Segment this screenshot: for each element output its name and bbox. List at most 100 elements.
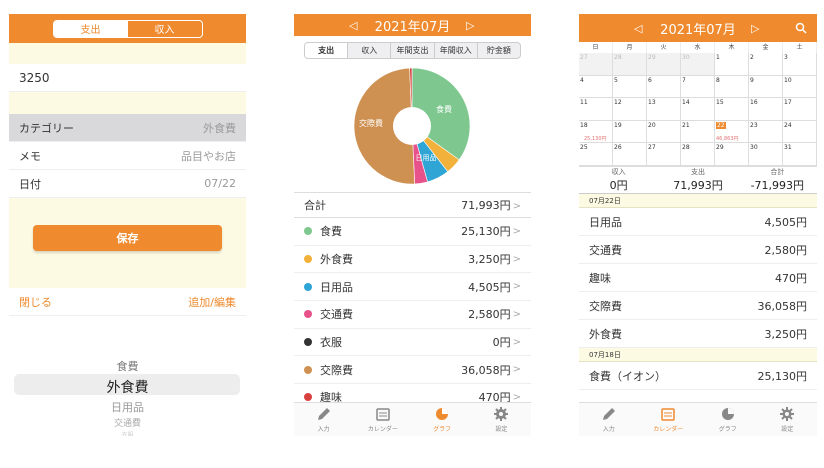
calendar-day[interactable]: 12 <box>613 98 647 121</box>
next-month-icon[interactable]: ▷ <box>466 19 474 32</box>
category-row[interactable]: 衣服 0円 > <box>294 329 531 357</box>
tabbar-calendar[interactable]: カレンダー <box>353 403 412 436</box>
transaction-row[interactable]: 交際費 36,058円 <box>579 292 817 320</box>
tabbar-calendar[interactable]: カレンダー <box>639 403 699 436</box>
day-number: 17 <box>784 99 792 107</box>
day-number: 27 <box>580 54 588 61</box>
pie-label-daily: 日用品 <box>416 154 437 162</box>
calendar-day[interactable]: 26 <box>613 143 647 166</box>
transaction-category: 交際費 <box>589 299 622 313</box>
calendar-day[interactable]: 7 <box>681 75 715 99</box>
day-number: 30 <box>750 144 758 152</box>
tabbar-settings[interactable]: 設定 <box>472 403 531 436</box>
calendar-day[interactable]: 19 <box>613 120 647 144</box>
picker-item[interactable]: 交通費 <box>9 416 246 429</box>
category-row[interactable]: 交際費 36,058円 > <box>294 356 531 385</box>
prev-month-icon[interactable]: ◁ <box>634 22 642 35</box>
calendar-day[interactable]: 15 <box>715 98 749 121</box>
calendar-day[interactable]: 5 <box>613 75 647 99</box>
segment-income[interactable]: 収入 <box>128 21 202 37</box>
category-picker[interactable]: 食費 外食費 日用品 交通費 衣服 <box>9 344 246 436</box>
calendar-day[interactable]: 9 <box>749 75 783 99</box>
tab-annual-income[interactable]: 年間収入 <box>435 43 478 58</box>
transaction-row[interactable]: 食費（イオン） 25,130円 <box>579 362 817 390</box>
tab-annual-expense[interactable]: 年間支出 <box>391 43 435 58</box>
summary-label: 合計 <box>770 168 785 176</box>
calendar-day[interactable]: 29 <box>647 53 681 76</box>
day-number: 23 <box>750 121 758 129</box>
calendar-day[interactable]: 25 <box>579 143 613 166</box>
tab-savings[interactable]: 貯金額 <box>478 43 520 58</box>
transaction-row[interactable]: 外食費 3,250円 <box>579 320 817 348</box>
category-row[interactable]: 食費 25,130円 > <box>294 218 531 246</box>
calendar-day[interactable]: 28 <box>681 143 715 166</box>
tabbar-input[interactable]: 入力 <box>579 403 639 436</box>
calendar-day[interactable]: 23 <box>749 120 783 144</box>
tabbar-input[interactable]: 入力 <box>294 403 353 436</box>
calendar-day[interactable]: 4 <box>579 75 613 99</box>
prev-month-icon[interactable]: ◁ <box>349 19 357 32</box>
category-row[interactable]: 交通費 2,580円 > <box>294 301 531 329</box>
total-row[interactable]: 合計 71,993円 > <box>294 192 531 218</box>
day-number: 19 <box>614 121 622 129</box>
picker-item[interactable]: 衣服 <box>9 430 246 436</box>
calendar-day[interactable]: 31 <box>783 143 817 166</box>
category-row[interactable]: 外食費 3,250円 > <box>294 246 531 274</box>
search-icon[interactable] <box>795 22 807 34</box>
transaction-row[interactable]: 日用品 4,505円 <box>579 208 817 236</box>
transaction-row[interactable]: 交通費 2,580円 <box>579 236 817 264</box>
tab-bar: 入力 カレンダー グラフ 設定 <box>579 402 817 436</box>
tab-expense[interactable]: 支出 <box>305 43 349 58</box>
input-screen: 支出 収入 3250 カテゴリー 外食費 メモ 品目やお店 日付 07/22 保… <box>9 14 246 436</box>
picker-item[interactable]: 日用品 <box>9 399 246 415</box>
day-number: 31 <box>784 144 792 152</box>
calendar-day[interactable]: 17 <box>783 98 817 121</box>
calendar-day[interactable]: 20 <box>647 120 681 144</box>
next-month-icon[interactable]: ▷ <box>751 22 759 35</box>
type-segmented-control[interactable]: 支出 収入 <box>52 19 203 38</box>
picker-item[interactable]: 食費 <box>9 358 246 374</box>
close-button[interactable]: 閉じる <box>19 294 52 310</box>
tabbar-graph[interactable]: グラフ <box>413 403 472 436</box>
calendar-day[interactable]: 18 25,130円 <box>579 120 613 144</box>
add-edit-button[interactable]: 追加/編集 <box>188 294 236 310</box>
calendar-day[interactable]: 14 <box>681 98 715 121</box>
calendar-day[interactable]: 22 46,863円 <box>715 120 749 144</box>
expense-pie-chart: 食費 交際費 日用品 <box>353 67 471 185</box>
calendar-day[interactable]: 13 <box>647 98 681 121</box>
calendar-day[interactable]: 11 <box>579 98 613 121</box>
calendar-day[interactable]: 16 <box>749 98 783 121</box>
calendar-day[interactable]: 3 <box>783 53 817 76</box>
save-button[interactable]: 保存 <box>33 225 222 251</box>
calendar-day[interactable]: 30 <box>681 53 715 76</box>
calendar-day[interactable]: 10 <box>783 75 817 99</box>
category-row[interactable]: 日用品 4,505円 > <box>294 273 531 302</box>
amount-field[interactable]: 3250 <box>9 64 246 92</box>
calendar-day[interactable]: 1 <box>715 53 749 76</box>
segment-expense[interactable]: 支出 <box>53 20 128 37</box>
category-row[interactable]: カテゴリー 外食費 <box>9 114 246 142</box>
calendar-day[interactable]: 30 <box>749 143 783 166</box>
calendar-day[interactable]: 27 <box>579 53 613 76</box>
transaction-row[interactable]: 趣味 470円 <box>579 264 817 292</box>
day-number: 10 <box>784 76 792 84</box>
calendar-day[interactable]: 24 <box>783 120 817 144</box>
weekday-label: 木 <box>715 42 749 53</box>
memo-row[interactable]: メモ 品目やお店 <box>9 142 246 170</box>
date-row[interactable]: 日付 07/22 <box>9 170 246 198</box>
calendar-day[interactable]: 2 <box>749 53 783 76</box>
calendar-day[interactable]: 27 <box>647 143 681 166</box>
picker-item-selected[interactable]: 外食費 <box>9 377 246 397</box>
tabbar-settings[interactable]: 設定 <box>758 403 818 436</box>
calendar-day[interactable]: 21 <box>681 120 715 144</box>
category-label: カテゴリー <box>19 121 74 135</box>
tab-income[interactable]: 収入 <box>348 43 392 58</box>
day-number: 11 <box>580 99 588 107</box>
calendar-day[interactable]: 8 <box>715 75 749 99</box>
day-number: 4 <box>580 76 584 84</box>
calendar-icon <box>376 408 390 421</box>
calendar-day[interactable]: 28 <box>613 53 647 76</box>
calendar-day[interactable]: 6 <box>647 75 681 99</box>
tabbar-graph[interactable]: グラフ <box>698 403 758 436</box>
calendar-day[interactable]: 29 <box>715 143 749 166</box>
